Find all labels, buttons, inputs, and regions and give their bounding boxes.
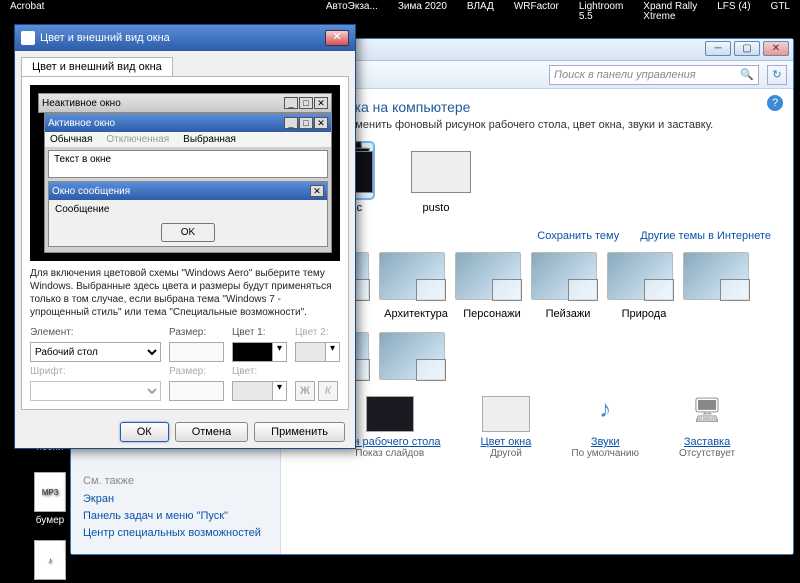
tb-acrobat[interactable]: Acrobat [0,0,54,22]
dlg-icon [21,31,35,45]
sidebar-link-accessibility[interactable]: Центр специальных возможностей [83,527,273,539]
color-icon [482,396,530,432]
help-icon[interactable]: ? [767,95,783,111]
screensaver-icon: 🖥 [683,396,731,432]
my-themes-row: AKRAPOVIĆ Akrapovic pusto [303,143,771,214]
element-controls: Элемент: Размер: Цвет 1: Цвет 2: Рабочий… [30,327,340,401]
italic-button: К [318,381,338,401]
ok-button[interactable]: ОК [120,422,169,442]
aero-thumb[interactable] [455,252,521,300]
link-more-themes[interactable]: Другие темы в Интернете [640,230,771,242]
preview-message-box: Окно сообщения ✕ Сообщение OK [48,181,328,247]
lbl-fcolor: Цвет: [232,366,287,377]
dlg-footer: ОК Отмена Применить [15,416,355,448]
color2-picker: ▾ [295,342,340,362]
sidebar-link-display[interactable]: Экран [83,493,273,505]
preview-area: Неактивное окно _□✕ Активное окно _□✕ Об… [30,85,340,261]
lbl-color1: Цвет 1: [232,327,287,338]
size-spinner[interactable] [169,342,224,362]
search-icon: 🔍 [740,68,754,81]
link-save-theme[interactable]: Сохранить тему [537,230,619,242]
maximize-button[interactable]: ▢ [734,41,760,56]
close-button[interactable]: ✕ [763,41,789,56]
bottom-screensaver[interactable]: 🖥 Заставка Отсутствует [679,396,735,459]
refresh-button[interactable]: ↻ [767,65,787,85]
sidebar-links: См. также Экран Панель задач и меню "Пус… [83,475,273,544]
search-input[interactable]: Поиск в панели управления 🔍 [549,65,759,85]
sound-icon: ♪ [581,396,629,432]
preview-active-window: Активное окно _□✕ Обычная Отключенная Вы… [44,113,332,253]
cancel-button[interactable]: Отмена [175,422,248,442]
lbl-element: Элемент: [30,327,161,338]
lbl-fsize: Размер: [169,366,224,377]
tb-lightroom[interactable]: Lightroom 5.5 [569,0,633,22]
sidebar-heading: См. также [83,475,273,487]
tab-appearance[interactable]: Цвет и внешний вид окна [21,57,173,76]
aero-thumb[interactable] [531,252,597,300]
color1-picker[interactable]: ▾ [232,342,287,362]
dlg-title-text: Цвет и внешний вид окна [40,32,170,44]
main-panel: ? ия и звука на компьютере еменно измени… [281,89,793,554]
aero-thumb[interactable] [379,252,445,300]
minimize-button[interactable]: ─ [705,41,731,56]
dlg-body: Неактивное окно _□✕ Активное окно _□✕ Об… [21,76,349,410]
tb-lfs[interactable]: LFS (4) [707,0,760,22]
tb-auto[interactable]: АвтоЭкза... [316,0,388,22]
page-title: ия и звука на компьютере [303,99,771,115]
tb-zima[interactable]: Зима 2020 [388,0,457,22]
color-appearance-dialog: Цвет и внешний вид окна ✕ Цвет и внешний… [14,24,356,449]
tb-gtl[interactable]: GTL [761,0,800,22]
preview-ok-button: OK [161,223,215,242]
tb-xpand[interactable]: Xpand Rally Xtreme [633,0,707,22]
bold-button: Ж [295,381,315,401]
tb-vlad[interactable]: ВЛАД [457,0,504,22]
bottom-controls: Фон рабочего стола Показ слайдов Цвет ок… [303,396,771,459]
sidebar-link-taskbar[interactable]: Панель задач и меню "Пуск" [83,510,273,522]
element-select[interactable]: Рабочий стол [30,342,161,362]
aero-labels: Архитектура Персонажи Пейзажи Природа [303,308,771,320]
dlg-titlebar[interactable]: Цвет и внешний вид окна ✕ [15,25,355,51]
lbl-font: Шрифт: [30,366,161,377]
tb-wrf[interactable]: WRFactor [504,0,569,22]
font-select [30,381,161,401]
apply-button[interactable]: Применить [254,422,345,442]
taskbar-top: Acrobat АвтоЭкза... Зима 2020 ВЛАД WRFac… [0,0,800,22]
aero-thumb[interactable] [683,252,749,300]
file-icon: MP3 [34,472,66,512]
lbl-size: Размер: [169,327,224,338]
aero-thumb[interactable] [607,252,673,300]
aero-themes-row [303,252,771,300]
font-style-buttons: Ж К [295,381,340,401]
fontsize-spinner [169,381,224,401]
theme-pusto[interactable]: pusto [401,143,471,214]
theme-actions: Сохранить тему Другие темы в Интернете [303,230,771,242]
dlg-description: Для включения цветовой схемы "Windows Ae… [30,267,340,319]
dlg-tabs: Цвет и внешний вид окна [15,51,355,76]
fontcolor-picker: ▾ [232,381,287,401]
wallpaper-icon [366,396,414,432]
aero-thumb[interactable] [379,332,445,380]
page-subtitle: еменно изменить фоновый рисунок рабочего… [303,119,771,131]
aero-themes-row-2 [303,332,771,380]
lbl-color2: Цвет 2: [295,327,340,338]
file-icon: ♪ [34,540,66,580]
bottom-color[interactable]: Цвет окна Другой [481,396,532,459]
preview-inactive-window: Неактивное окно _□✕ [38,93,332,113]
close-button[interactable]: ✕ [325,30,349,46]
bottom-sounds[interactable]: ♪ Звуки По умолчанию [571,396,639,459]
